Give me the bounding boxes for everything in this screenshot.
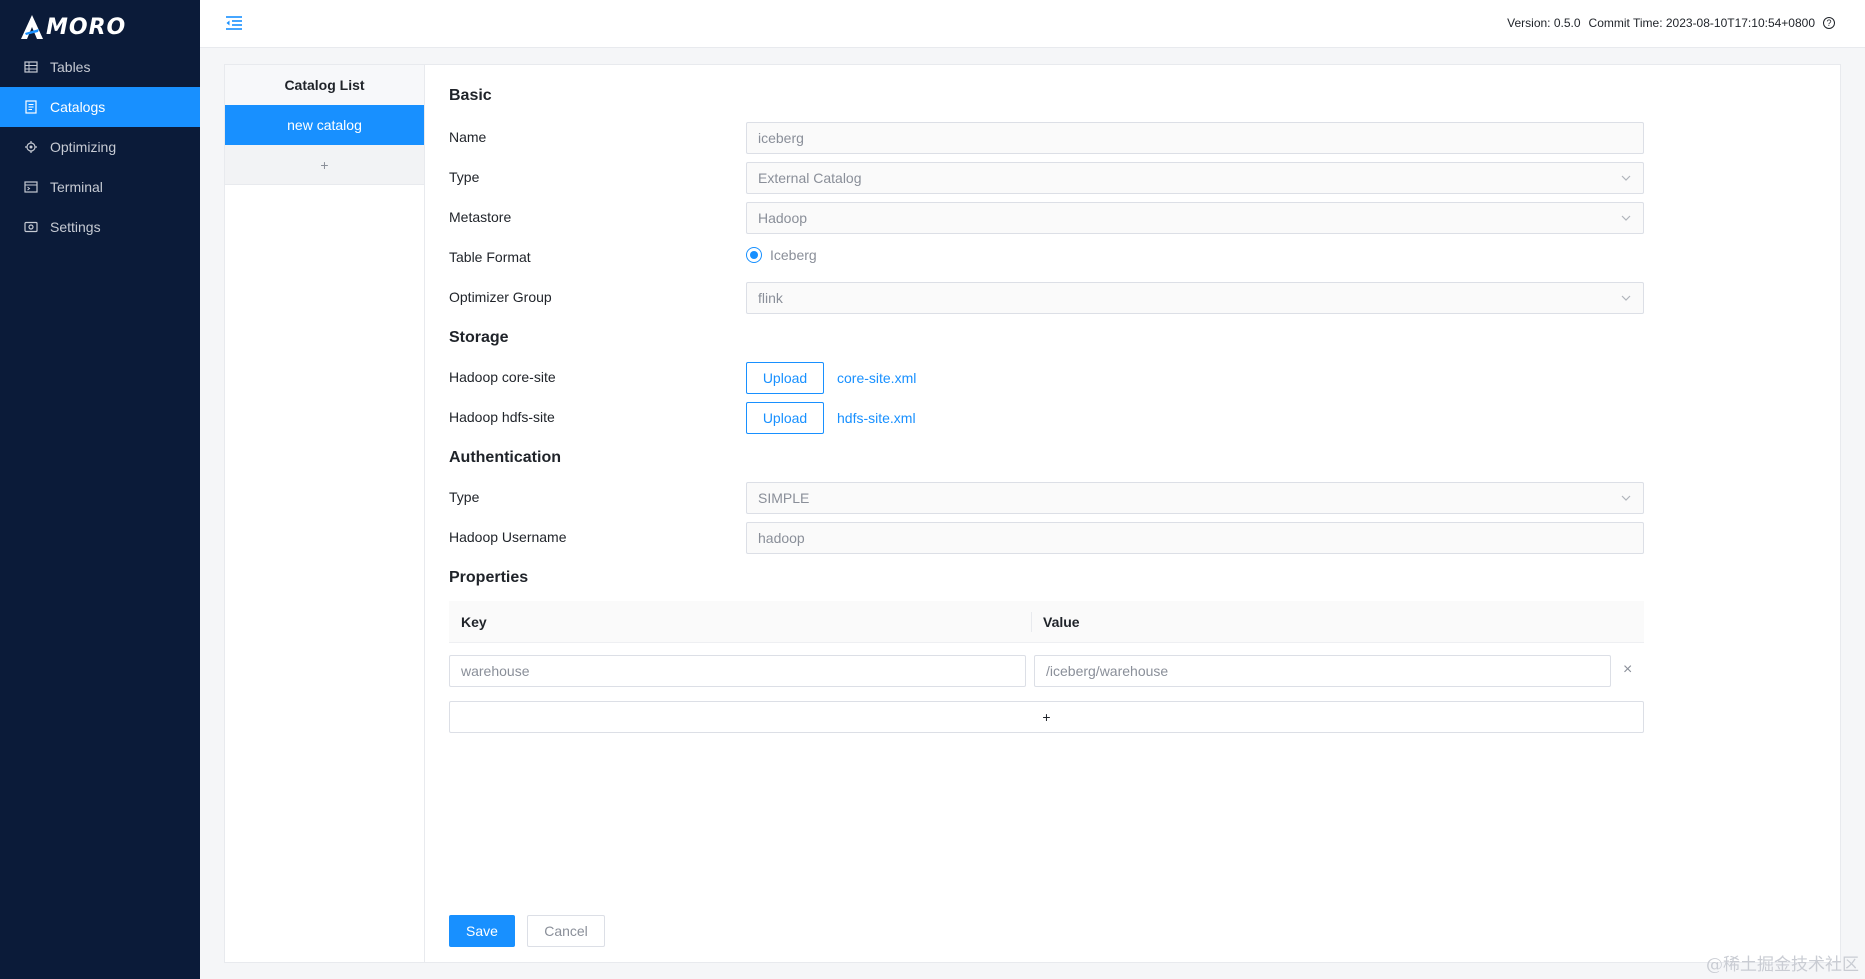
sidebar-item-label: Terminal — [50, 179, 103, 195]
properties-table-header: Key Value — [449, 601, 1644, 643]
type-select-value: External Catalog — [758, 170, 862, 186]
catalog-list-title: Catalog List — [225, 65, 424, 105]
hadoop-hdfs-site-label: Hadoop hdfs-site — [449, 409, 555, 425]
settings-icon — [24, 220, 38, 234]
type-label: Type — [449, 169, 480, 185]
hdfs-site-upload-row: Upload hdfs-site.xml — [746, 402, 916, 434]
add-catalog-button[interactable]: + — [225, 145, 424, 185]
section-title-properties: Properties — [449, 569, 529, 586]
key-column-header: Key — [461, 614, 487, 630]
logo-text: MORO — [46, 14, 127, 40]
sidebar-item-label: Tables — [50, 59, 91, 75]
version-text: Version: 0.5.0 — [1507, 16, 1581, 30]
sidebar-item-label: Catalogs — [50, 99, 106, 115]
column-divider — [1031, 612, 1032, 632]
name-field[interactable] — [746, 122, 1644, 154]
optimizer-group-label: Optimizer Group — [449, 289, 552, 305]
cancel-button[interactable]: Cancel — [527, 915, 605, 947]
hdfs-site-upload-button[interactable]: Upload — [746, 402, 824, 434]
remove-property-icon[interactable]: × — [1623, 661, 1632, 679]
optimizing-icon — [24, 140, 38, 154]
metastore-label: Metastore — [449, 209, 512, 225]
hadoop-username-input[interactable] — [758, 530, 1643, 546]
name-label: Name — [449, 129, 487, 145]
hadoop-username-field[interactable] — [746, 522, 1644, 554]
property-value-input[interactable] — [1046, 663, 1610, 679]
menu-fold-icon[interactable] — [225, 15, 243, 31]
commit-time-text: Commit Time: 2023-08-10T17:10:54+0800 — [1588, 16, 1815, 30]
save-button[interactable]: Save — [449, 915, 515, 947]
section-title-storage: Storage — [449, 329, 509, 346]
catalog-item-new-catalog[interactable]: new catalog — [225, 105, 424, 145]
auth-type-select[interactable]: SIMPLE — [746, 482, 1644, 514]
value-column-header: Value — [1043, 614, 1080, 630]
catalog-icon — [24, 100, 38, 114]
sidebar-item-settings[interactable]: Settings — [0, 207, 200, 247]
chevron-down-icon — [1621, 295, 1631, 301]
hadoop-core-site-label: Hadoop core-site — [449, 369, 556, 385]
core-site-upload-button[interactable]: Upload — [746, 362, 824, 394]
top-bar: Version: 0.5.0 Commit Time: 2023-08-10T1… — [200, 0, 1865, 48]
chevron-down-icon — [1621, 175, 1631, 181]
sidebar: MORO Tables Catalogs Optimizing Terminal — [0, 0, 200, 979]
sidebar-item-catalogs[interactable]: Catalogs — [0, 87, 200, 127]
sidebar-nav: Tables Catalogs Optimizing Terminal Sett… — [0, 47, 200, 247]
hadoop-username-label: Hadoop Username — [449, 529, 567, 545]
property-key-field[interactable] — [449, 655, 1026, 687]
terminal-icon — [24, 180, 38, 194]
type-select[interactable]: External Catalog — [746, 162, 1644, 194]
sidebar-item-terminal[interactable]: Terminal — [0, 167, 200, 207]
version-info: Version: 0.5.0 Commit Time: 2023-08-10T1… — [1507, 16, 1835, 30]
auth-type-select-value: SIMPLE — [758, 490, 810, 506]
core-site-upload-row: Upload core-site.xml — [746, 362, 916, 394]
property-value-field[interactable] — [1034, 655, 1611, 687]
metastore-select[interactable]: Hadoop — [746, 202, 1644, 234]
optimizer-group-select-value: flink — [758, 290, 783, 306]
metastore-select-value: Hadoop — [758, 210, 808, 226]
add-property-button[interactable]: + — [449, 701, 1644, 733]
sidebar-item-optimizing[interactable]: Optimizing — [0, 127, 200, 167]
sidebar-item-tables[interactable]: Tables — [0, 47, 200, 87]
section-title-basic: Basic — [449, 87, 492, 104]
core-site-file-link[interactable]: core-site.xml — [837, 370, 916, 386]
table-format-radio-iceberg[interactable]: Iceberg — [746, 247, 817, 263]
logo[interactable]: MORO — [20, 10, 126, 44]
table-icon — [24, 60, 38, 74]
sidebar-item-label: Optimizing — [50, 139, 117, 155]
property-key-input[interactable] — [461, 663, 1025, 679]
radio-selected-icon — [746, 247, 762, 263]
chevron-down-icon — [1621, 495, 1631, 501]
amoro-logo-icon — [21, 15, 43, 39]
sidebar-item-label: Settings — [50, 219, 101, 235]
catalog-list: Catalog List new catalog + — [225, 65, 425, 962]
name-input[interactable] — [758, 130, 1643, 146]
catalog-panel: Catalog List new catalog + Basic Name Ty… — [224, 64, 1841, 963]
chevron-down-icon — [1621, 215, 1631, 221]
hdfs-site-file-link[interactable]: hdfs-site.xml — [837, 410, 916, 426]
auth-type-label: Type — [449, 489, 480, 505]
help-icon[interactable]: ? — [1823, 17, 1835, 29]
table-format-label: Table Format — [449, 249, 531, 265]
table-format-option-label: Iceberg — [770, 247, 817, 263]
optimizer-group-select[interactable]: flink — [746, 282, 1644, 314]
section-title-authentication: Authentication — [449, 449, 561, 466]
watermark: @稀土掘金技术社区 — [1706, 955, 1859, 975]
